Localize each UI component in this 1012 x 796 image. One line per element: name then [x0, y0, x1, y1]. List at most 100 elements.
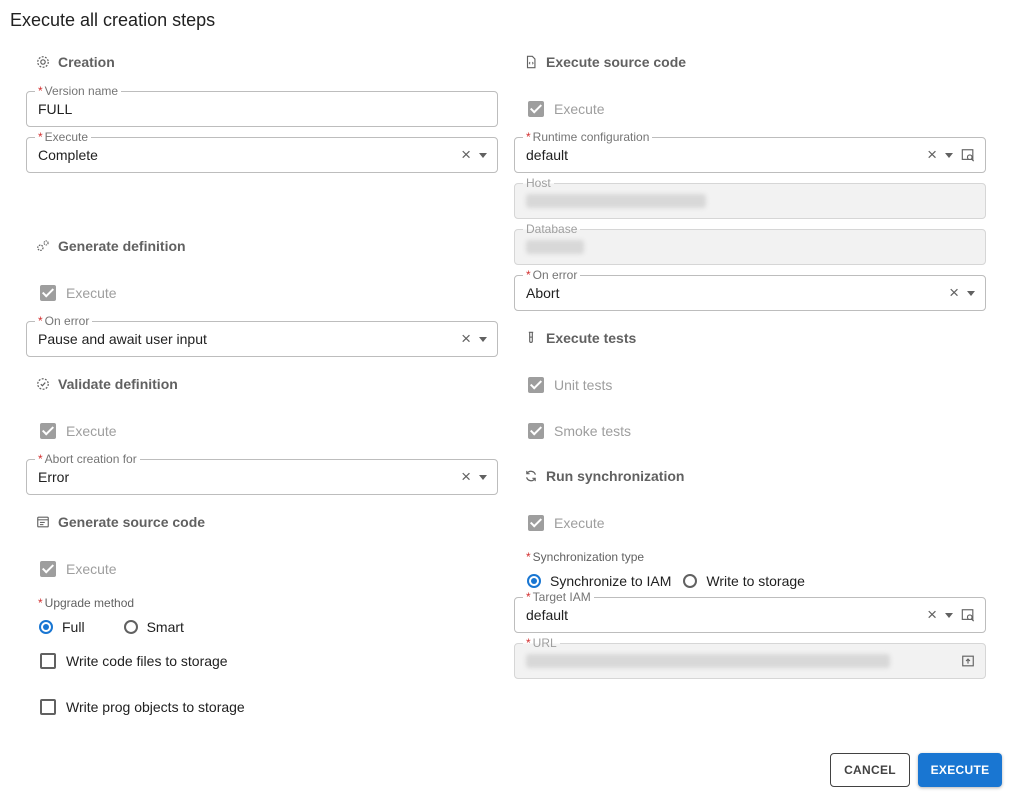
field-label: Execute [44, 130, 89, 144]
checkbox-checked-icon [528, 515, 544, 531]
field-label: Synchronization type [532, 550, 645, 564]
required-mark: * [526, 590, 531, 604]
required-mark: * [526, 268, 531, 282]
checkbox-label: Execute [66, 285, 117, 301]
section-title: Validate definition [58, 376, 178, 392]
close-icon[interactable]: × [927, 606, 937, 624]
arrow-drop-down-icon[interactable] [945, 612, 953, 618]
arrow-drop-down-icon[interactable] [967, 290, 975, 296]
code-document-icon [524, 55, 546, 69]
unit-tests-checkbox[interactable]: Unit tests [528, 375, 612, 395]
section-execute-source-code: Execute source code [524, 52, 686, 72]
section-title: Execute source code [546, 54, 687, 70]
dialog-title: Execute all creation steps [10, 10, 216, 30]
execute-source-code-execute-checkbox[interactable]: Execute [528, 99, 605, 119]
section-title: Generate definition [58, 238, 186, 254]
write-prog-objects-checkbox[interactable]: Write prog objects to storage [40, 697, 245, 717]
on-error-select[interactable]: * On error Pause and await user input × [26, 314, 498, 357]
sync-icon [524, 469, 546, 483]
close-icon[interactable]: × [949, 284, 959, 302]
section-title: Run synchronization [546, 468, 685, 484]
radio-write-to-storage[interactable]: Write to storage [683, 573, 805, 589]
radio-full[interactable]: Full [39, 619, 85, 635]
required-mark: * [38, 596, 43, 610]
radio-unselected-icon [123, 620, 138, 634]
synchronization-type-label: * Synchronization type [526, 550, 644, 564]
target-iam-select[interactable]: * Target IAM default × [514, 590, 986, 633]
checkbox-checked-icon [528, 423, 544, 439]
field-label: Target IAM [532, 590, 591, 604]
field-label: Version name [44, 84, 119, 98]
generate-source-code-execute-checkbox[interactable]: Execute [40, 559, 117, 579]
run-synchronization-execute-checkbox[interactable]: Execute [528, 513, 605, 533]
arrow-drop-down-icon[interactable] [479, 336, 487, 342]
abort-creation-for-value: Error [38, 469, 70, 485]
required-mark: * [526, 636, 531, 650]
close-icon[interactable]: × [461, 330, 471, 348]
gear-icon [36, 55, 58, 69]
version-name-field[interactable]: * Version name FULL [26, 84, 498, 127]
radio-unselected-icon [683, 574, 698, 588]
checkbox-label: Execute [66, 561, 117, 577]
radio-synchronize-to-iam[interactable]: Synchronize to IAM [527, 573, 671, 589]
execute-select[interactable]: * Execute Complete × [26, 130, 498, 173]
database-value-redacted [526, 240, 584, 254]
required-mark: * [38, 452, 43, 466]
section-title: Generate source code [58, 514, 206, 530]
radio-label: Smart [146, 619, 184, 635]
radio-smart[interactable]: Smart [123, 619, 184, 635]
field-label: URL [532, 636, 557, 650]
execute-button[interactable]: EXECUTE [918, 753, 1002, 787]
abort-creation-for-select[interactable]: * Abort creation for Error × [26, 452, 498, 495]
radio-label: Synchronize to IAM [550, 573, 672, 589]
checkbox-label: Execute [66, 423, 117, 439]
checkbox-label: Execute [554, 515, 605, 531]
search-window-icon[interactable] [961, 608, 975, 622]
checkbox-label: Execute [554, 101, 605, 117]
required-mark: * [526, 130, 531, 144]
smoke-tests-checkbox[interactable]: Smoke tests [528, 421, 631, 441]
url-field: * URL [514, 636, 986, 679]
url-value-redacted [526, 654, 890, 668]
close-icon[interactable]: × [461, 146, 471, 164]
upgrade-method-label: * Upgrade method [38, 596, 134, 610]
checkbox-label: Unit tests [554, 377, 613, 393]
runtime-configuration-select[interactable]: * Runtime configuration default × [514, 130, 986, 173]
field-label: Database [523, 222, 581, 236]
radio-label: Full [62, 619, 85, 635]
arrow-drop-down-icon[interactable] [945, 152, 953, 158]
checkbox-label: Smoke tests [554, 423, 632, 439]
checkbox-checked-icon [528, 377, 544, 393]
section-generate-definition: Generate definition [36, 236, 186, 256]
radio-label: Write to storage [706, 573, 805, 589]
field-label: On error [44, 314, 90, 328]
field-label: On error [532, 268, 578, 282]
generate-definition-execute-checkbox[interactable]: Execute [40, 283, 117, 303]
radio-selected-icon [39, 620, 53, 634]
section-generate-source-code: Generate source code [36, 512, 205, 532]
section-title: Execute tests [546, 330, 637, 346]
checkbox-label: Write code files to storage [66, 653, 228, 669]
section-run-synchronization: Run synchronization [524, 466, 684, 486]
section-validate-definition: Validate definition [36, 374, 178, 394]
on-error-abort-select[interactable]: * On error Abort × [514, 268, 986, 311]
runtime-configuration-value: default [526, 147, 569, 163]
cancel-button[interactable]: CANCEL [830, 753, 910, 787]
host-value-redacted [526, 194, 706, 208]
field-label: Runtime configuration [532, 130, 650, 144]
field-label: Upgrade method [44, 596, 135, 610]
write-code-files-checkbox[interactable]: Write code files to storage [40, 651, 228, 671]
arrow-drop-down-icon[interactable] [479, 474, 487, 480]
search-window-icon[interactable] [961, 148, 975, 162]
required-mark: * [38, 314, 43, 328]
validate-definition-execute-checkbox[interactable]: Execute [40, 421, 117, 441]
on-error-value: Pause and await user input [38, 331, 207, 347]
arrow-drop-down-icon[interactable] [479, 152, 487, 158]
checkbox-unchecked-icon [40, 653, 56, 669]
section-creation: Creation [36, 52, 115, 72]
upload-icon[interactable] [961, 654, 975, 668]
checkbox-checked-icon [40, 561, 56, 577]
target-iam-value: default [526, 607, 569, 623]
close-icon[interactable]: × [927, 146, 937, 164]
close-icon[interactable]: × [461, 468, 471, 486]
